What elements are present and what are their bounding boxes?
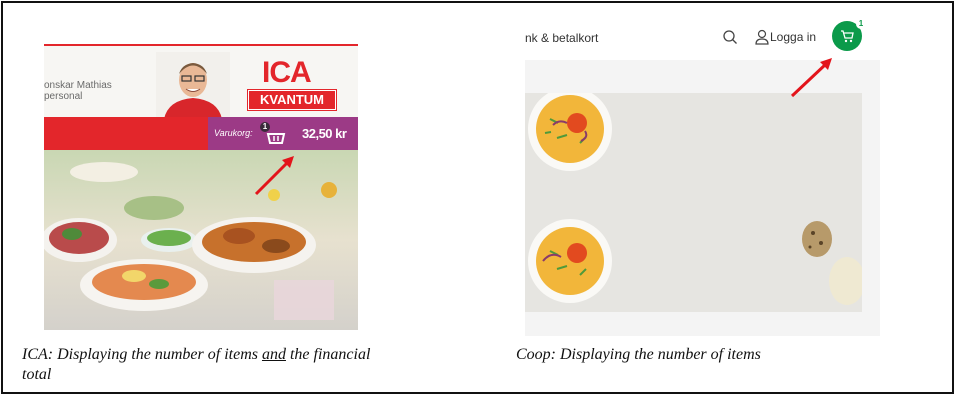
ica-caption-and: and: [261, 346, 286, 363]
ica-logo-kvantum: KVANTUM: [248, 90, 336, 110]
ica-cart-label: Varukorg:: [214, 128, 253, 138]
user-icon[interactable]: [755, 29, 769, 45]
ica-caption: ICA: Displaying the number of items and …: [22, 345, 492, 385]
ica-header: onskar Mathias personal ICA KVANTUM: [44, 44, 358, 119]
cart-icon: [841, 30, 854, 43]
coop-cart-count-badge: 1: [856, 19, 866, 29]
ica-cart-button[interactable]: Varukorg: 1 32,50 kr: [208, 117, 358, 150]
ica-header-text-line2: personal: [44, 91, 83, 102]
ica-pointer-arrow-icon: [254, 156, 294, 196]
ica-caption-part2: the financial: [285, 346, 371, 363]
ica-person-photo: [156, 52, 230, 119]
coop-pointer-arrow-icon: [790, 58, 832, 98]
coop-caption: Coop: Displaying the number of items: [516, 346, 761, 363]
search-icon[interactable]: [722, 29, 738, 45]
ica-caption-line2: total: [22, 366, 52, 383]
ica-screenshot: onskar Mathias personal ICA KVANTUM Varu…: [44, 44, 358, 330]
login-link[interactable]: Logga in: [770, 30, 816, 44]
coop-nav-link[interactable]: nk & betalkort: [525, 31, 598, 45]
basket-icon: [266, 133, 286, 144]
ica-nav-bar: [44, 117, 208, 150]
ica-caption-part1: ICA: Displaying the number of items: [22, 346, 262, 363]
ica-kvantum-logo[interactable]: ICA KVANTUM: [240, 56, 336, 110]
ica-food-photo: [44, 150, 358, 330]
ica-header-text: onskar Mathias personal: [44, 80, 112, 102]
ica-cart-total: 32,50 kr: [302, 126, 347, 141]
ica-header-text-line1: onskar Mathias: [44, 80, 112, 91]
ica-logo-text: ICA: [262, 56, 312, 89]
coop-food-photo: [525, 93, 862, 312]
